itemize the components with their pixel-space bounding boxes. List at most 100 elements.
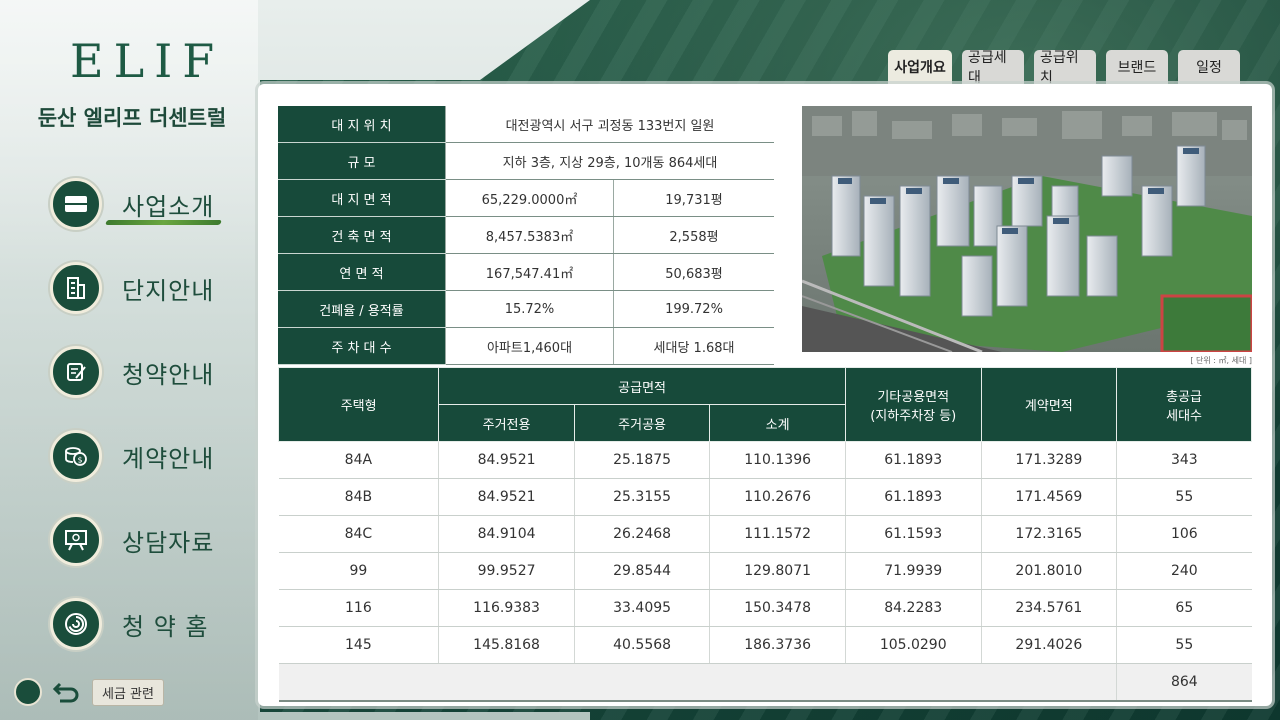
cell-value: 15.72%: [445, 290, 614, 328]
row-header: 건 축 면 적: [278, 216, 446, 254]
cell-units: 106: [1116, 515, 1252, 553]
cell-value: 65,229.0000㎡: [445, 179, 614, 217]
cell-value: 19,731평: [613, 179, 774, 217]
header-households-line1: 총공급: [1166, 389, 1203, 405]
cell-units: 343: [1116, 441, 1252, 479]
cell-exclusive: 145.8168: [438, 626, 575, 664]
top-tabs: 사업개요 공급세대 공급위치 브랜드 일정: [888, 50, 1240, 87]
cell-common: 40.5568: [573, 626, 710, 664]
row-header: 대 지 면 적: [278, 179, 446, 217]
cell-exclusive: 99.9527: [438, 552, 575, 590]
content-panel: 대 지 위 치 대전광역시 서구 괴정동 133번지 일원 규 모 지하 3층,…: [258, 84, 1272, 706]
cell-type: 84B: [278, 478, 439, 516]
cell-common: 33.4095: [573, 589, 710, 627]
cell-other: 61.1893: [844, 478, 982, 516]
nav-label: 상담자료: [122, 528, 215, 557]
header-common: 주거공용: [573, 404, 711, 442]
bottom-toolbar: 세금 관련: [14, 678, 164, 706]
tax-related-button[interactable]: 세금 관련: [92, 678, 164, 706]
table-row: 대 지 면 적 65,229.0000㎡ 19,731평: [278, 179, 774, 217]
svg-text:$: $: [77, 456, 82, 465]
cell-value: 세대당 1.68대: [613, 327, 774, 365]
cell-type: 99: [278, 552, 439, 590]
cell-type: 84A: [278, 441, 439, 479]
nav-item-subscription-home[interactable]: 청 약 홈: [50, 596, 209, 652]
cell-subtotal: 110.1396: [709, 441, 846, 479]
cell-subtotal: 110.2676: [709, 478, 846, 516]
cell-contract: 171.3289: [980, 441, 1117, 479]
nav-item-business-intro[interactable]: 사업소개: [50, 176, 222, 232]
nav-label: 단지안내: [122, 276, 215, 305]
cell-units: 240: [1116, 552, 1252, 590]
swirl-logo-icon: [50, 598, 102, 650]
unit-note: [ 단위 : ㎡, 세대 ]: [1190, 356, 1252, 365]
row-header: 건폐율 / 용적률: [278, 290, 446, 328]
nav-label: 계약안내: [122, 444, 215, 473]
cell-value: 50,683평: [613, 253, 774, 291]
cell-value: 지하 3층, 지상 29층, 10개동 864세대: [445, 142, 774, 180]
header-contract-area: 계약면적: [980, 367, 1118, 442]
row-header: 규 모: [278, 142, 446, 180]
header-other-common-line1: 기타공용면적: [877, 389, 950, 405]
table-row: 규 모 지하 3층, 지상 29층, 10개동 864세대: [278, 142, 774, 180]
tab-business-overview[interactable]: 사업개요: [888, 50, 952, 87]
row-header: 주 차 대 수: [278, 327, 446, 365]
nav-label: 청약안내: [122, 360, 215, 389]
cell-subtotal: 150.3478: [709, 589, 846, 627]
active-underline: [105, 220, 222, 225]
cell-value: 2,558평: [613, 216, 774, 254]
header-subtotal: 소계: [709, 404, 846, 442]
cell-subtotal: 129.8071: [709, 552, 846, 590]
tab-brand[interactable]: 브랜드: [1106, 50, 1168, 84]
row-header: 대 지 위 치: [278, 106, 446, 143]
nav-item-consult-materials[interactable]: 상담자료: [50, 512, 214, 568]
cell-exclusive: 84.9521: [438, 478, 575, 516]
cell-subtotal: 186.3736: [709, 626, 846, 664]
header-type: 주택형: [277, 367, 440, 442]
cell-contract: 201.8010: [980, 552, 1117, 590]
header-supply-area: 공급면적: [438, 367, 846, 405]
table-row: 99 99.9527 29.8544 129.8071 71.9939 201.8010 2…: [278, 552, 1252, 590]
cell-other: 105.0290: [844, 626, 982, 664]
nav-item-subscription-info[interactable]: 청약안내: [50, 344, 214, 400]
header-total-households: 총공급 세대수: [1116, 367, 1252, 442]
document-edit-icon: [50, 346, 102, 398]
cell-contract: 171.4569: [980, 478, 1117, 516]
project-overview-table: 대 지 위 치 대전광역시 서구 괴정동 133번지 일원 규 모 지하 3층,…: [278, 106, 774, 365]
supply-area-table: 주택형 공급면적 기타공용면적 (지하주차장 등) 계약면적 총공급 세대수 주…: [277, 367, 1252, 702]
nav-item-complex-info[interactable]: 단지안내: [50, 260, 214, 316]
cell-exclusive: 84.9521: [438, 441, 575, 479]
cell-subtotal: 111.1572: [709, 515, 846, 553]
cell-other: 71.9939: [844, 552, 982, 590]
header-other-common-line2: (지하주차장 등): [870, 408, 957, 424]
cell-common: 29.8544: [573, 552, 710, 590]
table-row: 건폐율 / 용적률 15.72% 199.72%: [278, 290, 774, 328]
cell-common: 26.2468: [573, 515, 710, 553]
cell-common: 25.3155: [573, 478, 710, 516]
row-header: 연 면 적: [278, 253, 446, 291]
total-label-cell: [278, 663, 1117, 702]
cell-exclusive: 116.9383: [438, 589, 575, 627]
cell-other: 84.2283: [844, 589, 982, 627]
home-button[interactable]: [14, 678, 42, 706]
tab-supply-location[interactable]: 공급위치: [1034, 50, 1096, 86]
header-exclusive: 주거전용: [438, 404, 575, 442]
cell-type: 84C: [278, 515, 439, 553]
cell-units: 55: [1116, 626, 1252, 664]
table-row: 주 차 대 수 아파트1,460대 세대당 1.68대: [278, 327, 774, 365]
nav-item-contract-info[interactable]: $ 계약안내: [50, 428, 214, 484]
project-title: 둔산 엘리프 더센트럴: [37, 106, 227, 130]
back-arrow-icon[interactable]: [52, 680, 82, 704]
cell-value: 8,457.5383㎡: [445, 216, 614, 254]
tab-schedule[interactable]: 일정: [1178, 50, 1240, 84]
nav-label: 사업소개: [122, 192, 215, 221]
nav-label: 청 약 홈: [122, 612, 209, 641]
tab-supply-units[interactable]: 공급세대: [962, 50, 1024, 86]
brand-logo: ELIF: [70, 34, 225, 88]
table-row: 84C 84.9104 26.2468 111.1572 61.1593 172.3165…: [278, 515, 1252, 553]
total-row: 864: [278, 663, 1252, 702]
table-row: 연 면 적 167,547.41㎡ 50,683평: [278, 253, 774, 291]
table-row: 84A 84.9521 25.1875 110.1396 61.1893 171.3289…: [278, 441, 1252, 479]
cell-other: 61.1893: [844, 441, 982, 479]
complex-aerial-image: [802, 106, 1252, 352]
